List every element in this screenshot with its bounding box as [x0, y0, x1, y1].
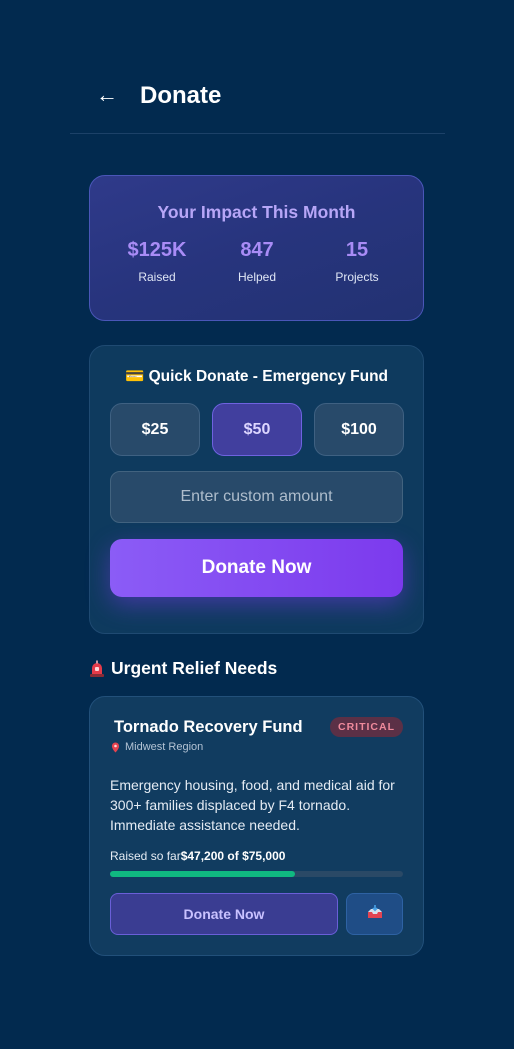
relief-title: Tornado Recovery Fund: [114, 718, 303, 736]
raised-progress-text: Raised so far$47,200 of $75,000: [110, 849, 285, 863]
page-header: ← Donate: [70, 70, 445, 134]
inbox-tray-icon: [367, 904, 383, 924]
raised-amount: $47,200 of $75,000: [180, 849, 286, 863]
region-text: Midwest Region: [125, 741, 204, 753]
stat-raised: $125K Raised: [107, 239, 207, 284]
amount-button-100[interactable]: $100: [314, 403, 404, 456]
quick-donate-title: 💳 Quick Donate - Emergency Fund: [124, 368, 389, 385]
stat-label: Projects: [335, 270, 379, 284]
region-label: Midwest Region: [111, 741, 203, 753]
impact-title: Your Impact This Month: [157, 202, 356, 222]
stat-helped: 847 Helped: [207, 239, 307, 284]
raised-label: Raised so far: [110, 849, 181, 863]
siren-icon: [89, 660, 105, 678]
donate-now-button[interactable]: Donate Now: [110, 539, 403, 597]
stat-value: $125K: [127, 239, 187, 261]
urgent-needs-heading: Urgent Relief Needs: [89, 658, 277, 679]
urgent-heading-text: Urgent Relief Needs: [111, 658, 278, 678]
back-arrow-icon[interactable]: ←: [94, 82, 120, 108]
share-button[interactable]: [346, 893, 403, 935]
pin-icon: [111, 742, 120, 753]
progress-bar: [110, 871, 403, 877]
stat-value: 15: [345, 239, 369, 261]
relief-need-card: Tornado Recovery Fund CRITICAL Midwest R…: [89, 696, 424, 956]
stat-label: Helped: [237, 270, 277, 284]
card-donate-button[interactable]: Donate Now: [110, 893, 338, 935]
amount-button-25[interactable]: $25: [110, 403, 200, 456]
stat-label: Raised: [138, 270, 176, 284]
relief-description: Emergency housing, food, and medical aid…: [110, 777, 395, 833]
critical-badge: CRITICAL: [330, 717, 403, 737]
amount-button-50[interactable]: $50: [212, 403, 302, 456]
stat-projects: 15 Projects: [307, 239, 407, 284]
stat-value: 847: [240, 239, 274, 261]
custom-amount-input[interactable]: [110, 471, 403, 523]
quick-donate-card: 💳 Quick Donate - Emergency Fund $25 $50 …: [89, 345, 424, 634]
page-title: Donate: [140, 82, 222, 109]
impact-summary-card: Your Impact This Month $125K Raised 847 …: [89, 175, 424, 321]
progress-fill: [110, 871, 295, 877]
